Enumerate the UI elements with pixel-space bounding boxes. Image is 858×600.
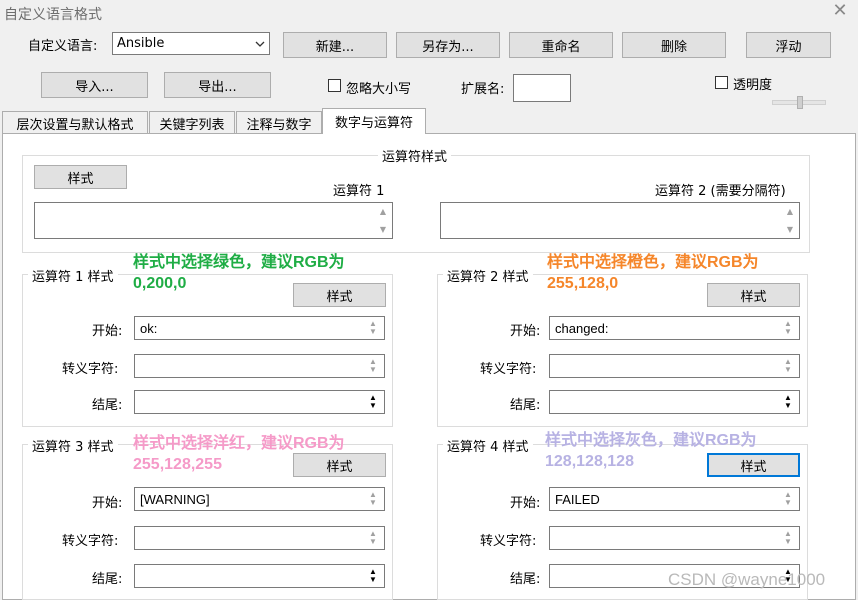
spin-arrows-icon: ▲ ▼	[369, 529, 377, 546]
scroll-arrows-icon: ▲ ▼	[786, 207, 794, 234]
operator2-end-field[interactable]: ▲ ▼	[549, 390, 800, 414]
operator1-escape-field[interactable]: ▲ ▼	[134, 354, 385, 378]
spin-arrows-icon: ▲ ▼	[784, 319, 792, 336]
operator1-style-button[interactable]: 样式	[293, 283, 386, 307]
import-button[interactable]: 导入...	[41, 72, 148, 98]
operator1-style-title: 运算符 1 样式	[28, 266, 118, 285]
transparency-checkbox[interactable]	[715, 76, 728, 89]
operator4-escape-label: 转义字符:	[480, 534, 537, 549]
operator2-style-button[interactable]: 样式	[707, 283, 800, 307]
new-button[interactable]: 新建...	[283, 32, 387, 58]
operator1-textarea[interactable]: ▲ ▼	[34, 202, 393, 239]
delete-button[interactable]: 删除	[622, 32, 726, 58]
spin-arrows-icon: ▲ ▼	[784, 357, 792, 374]
operator1-end-label: 结尾:	[92, 398, 123, 413]
operator4-escape-field[interactable]: ▲ ▼	[549, 526, 800, 550]
operator1-label: 运算符 1	[333, 184, 385, 199]
tab-keyword-list[interactable]: 关键字列表	[149, 111, 235, 134]
operator-style-title: 运算符样式	[378, 146, 452, 165]
export-button[interactable]: 导出...	[164, 72, 271, 98]
spin-arrows-icon: ▲ ▼	[369, 490, 377, 507]
operator3-end-field[interactable]: ▲ ▼	[134, 564, 385, 588]
rename-button[interactable]: 重命名	[509, 32, 613, 58]
watermark: CSDN @wayne1000	[668, 570, 826, 589]
save-as-button[interactable]: 另存为...	[396, 32, 500, 58]
spin-arrows-icon: ▲ ▼	[369, 393, 377, 410]
window-title: 自定义语言格式	[4, 7, 102, 23]
scroll-arrows-icon: ▲ ▼	[379, 207, 387, 234]
spin-arrows-icon: ▲ ▼	[369, 319, 377, 336]
float-button[interactable]: 浮动	[746, 32, 831, 58]
operator4-end-label: 结尾:	[510, 572, 541, 587]
operator3-escape-field[interactable]: ▲ ▼	[134, 526, 385, 550]
operator2-label: 运算符 2 (需要分隔符)	[655, 184, 786, 199]
transparency-slider-thumb[interactable]	[797, 96, 803, 109]
spin-arrows-icon: ▲ ▼	[784, 529, 792, 546]
operator3-start-label: 开始:	[92, 496, 123, 511]
chevron-down-icon	[255, 38, 265, 51]
transparency-label: 透明度	[733, 78, 773, 93]
operator3-escape-label: 转义字符:	[62, 534, 119, 549]
operator2-start-field[interactable]: changed: ▲ ▼	[549, 316, 800, 340]
language-label: 自定义语言:	[28, 39, 98, 54]
operator1-escape-label: 转义字符:	[62, 362, 119, 377]
operator3-style-button[interactable]: 样式	[293, 453, 386, 477]
tab-numbers-operators[interactable]: 数字与运算符	[322, 108, 426, 134]
operator4-style-title: 运算符 4 样式	[443, 436, 533, 455]
ignore-case-checkbox[interactable]	[328, 79, 341, 92]
extension-label: 扩展名:	[461, 82, 505, 97]
operator2-end-label: 结尾:	[510, 398, 541, 413]
operator3-start-field[interactable]: [WARNING] ▲ ▼	[134, 487, 385, 511]
operator3-style-title: 运算符 3 样式	[28, 436, 118, 455]
operator2-escape-label: 转义字符:	[480, 362, 537, 377]
spin-arrows-icon: ▲ ▼	[369, 567, 377, 584]
operator1-start-label: 开始:	[92, 324, 123, 339]
tab-hierarchy-default[interactable]: 层次设置与默认格式	[2, 111, 148, 134]
spin-arrows-icon: ▲ ▼	[784, 490, 792, 507]
spin-arrows-icon: ▲ ▼	[369, 357, 377, 374]
extension-input[interactable]	[513, 74, 571, 102]
operator1-end-field[interactable]: ▲ ▼	[134, 390, 385, 414]
operator2-escape-field[interactable]: ▲ ▼	[549, 354, 800, 378]
operator2-style-title: 运算符 2 样式	[443, 266, 533, 285]
ignore-case-label: 忽略大小写	[346, 82, 412, 97]
operator3-end-label: 结尾:	[92, 572, 123, 587]
language-select[interactable]: Ansible	[112, 32, 270, 55]
language-select-value: Ansible	[117, 36, 165, 51]
operator4-style-button[interactable]: 样式	[707, 453, 800, 477]
operator-style-button[interactable]: 样式	[34, 165, 127, 189]
operator4-start-label: 开始:	[510, 496, 541, 511]
operator2-start-label: 开始:	[510, 324, 541, 339]
close-icon[interactable]: ✕	[828, 0, 852, 22]
operator2-textarea[interactable]: ▲ ▼	[440, 202, 800, 239]
operator4-start-field[interactable]: FAILED ▲ ▼	[549, 487, 800, 511]
operator1-start-field[interactable]: ok: ▲ ▼	[134, 316, 385, 340]
spin-arrows-icon: ▲ ▼	[784, 393, 792, 410]
tab-comments-numbers[interactable]: 注释与数字	[236, 111, 322, 134]
